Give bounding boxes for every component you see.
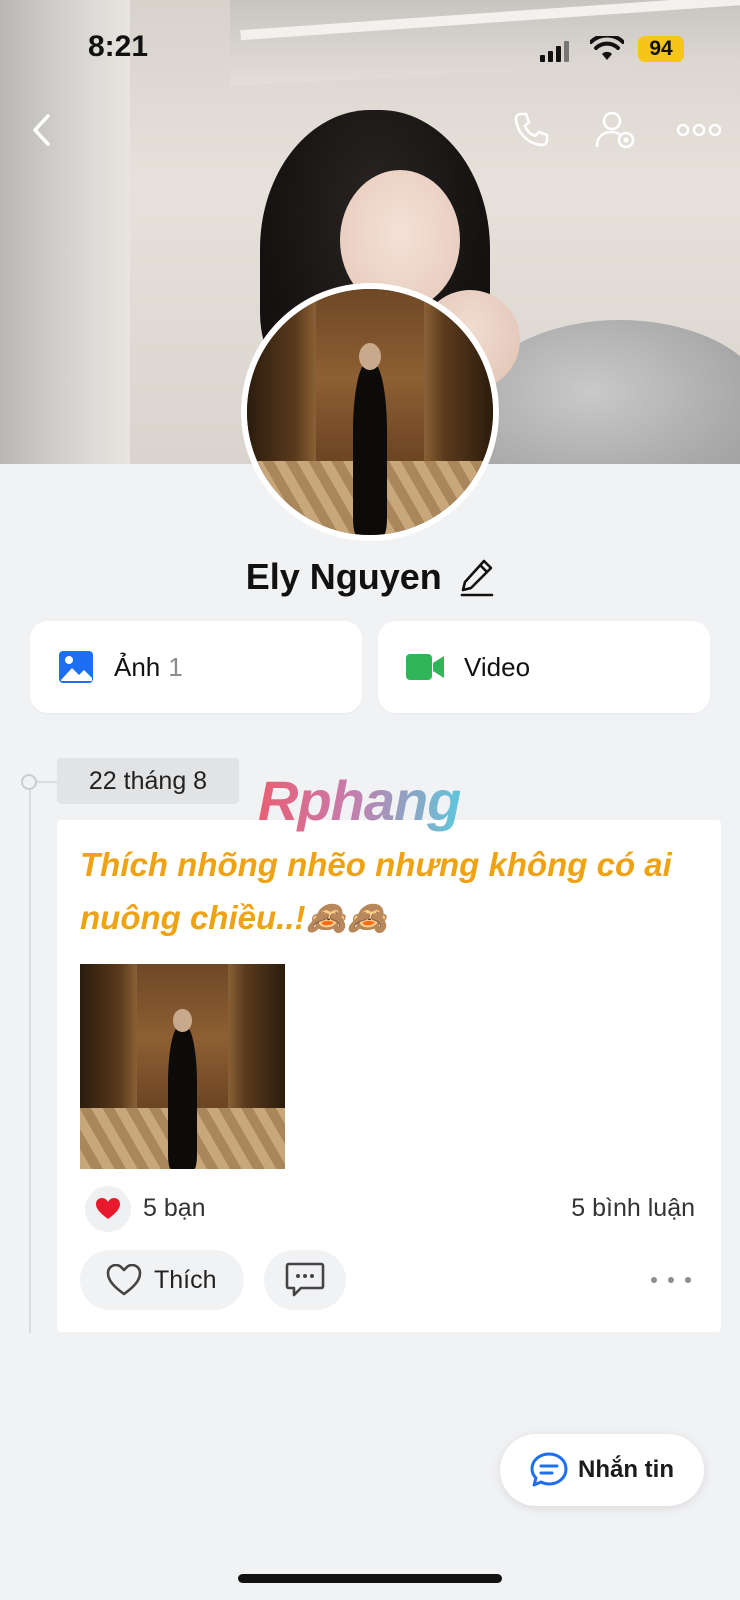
status-bar: 8:21 94 <box>0 0 740 96</box>
post-card: Thích nhõng nhẽo nhưng không có ai nuông… <box>57 820 721 1332</box>
profile-name: Ely Nguyen <box>245 556 442 597</box>
signal-icon <box>540 40 570 62</box>
comment-count[interactable]: 5 bình luận <box>571 1194 695 1223</box>
call-button[interactable] <box>509 108 553 152</box>
wifi-icon <box>589 33 625 62</box>
timeline-tick <box>37 781 57 783</box>
heart-outline-icon <box>106 1264 142 1296</box>
comment-icon <box>285 1262 325 1297</box>
chevron-left-icon <box>33 114 50 146</box>
image-icon <box>59 651 93 683</box>
chat-icon <box>530 1452 568 1487</box>
home-indicator[interactable] <box>238 1574 502 1583</box>
edit-name-button[interactable] <box>460 557 494 597</box>
phone-icon <box>514 112 549 147</box>
timeline-date: 22 tháng 8 <box>57 758 239 804</box>
battery-indicator: 94 <box>638 36 684 62</box>
video-button[interactable]: Video <box>378 621 710 713</box>
like-button[interactable]: Thích <box>80 1250 244 1310</box>
reaction-badge[interactable] <box>85 1186 131 1232</box>
post-image[interactable] <box>80 964 285 1169</box>
heart-icon <box>96 1198 120 1219</box>
like-label: Thích <box>154 1265 217 1294</box>
reaction-row: 5 bạn 5 bình luận <box>85 1186 695 1232</box>
avatar-photo <box>247 289 493 535</box>
profile-name-row: Ely Nguyen <box>0 556 740 598</box>
back-button[interactable] <box>20 108 64 152</box>
comment-button[interactable] <box>264 1250 346 1310</box>
message-button[interactable]: Nhắn tin <box>500 1434 704 1506</box>
video-camera-icon <box>406 654 444 680</box>
profile-settings-button[interactable] <box>594 108 638 152</box>
reaction-count[interactable]: 5 bạn <box>143 1194 206 1223</box>
more-button[interactable] <box>676 108 722 152</box>
post-text: Thích nhõng nhẽo nhưng không có ai nuông… <box>80 846 672 936</box>
photos-count: 1 <box>168 651 183 682</box>
timeline-dot <box>21 774 37 790</box>
post-more-button[interactable] <box>651 1270 691 1290</box>
pencil-icon <box>460 559 494 597</box>
photos-button[interactable]: Ảnh 1 <box>30 621 362 713</box>
timeline-line <box>29 781 31 1333</box>
video-label: Video <box>464 651 531 682</box>
user-settings-icon <box>595 111 635 149</box>
photos-label: Ảnh <box>114 651 161 682</box>
avatar[interactable] <box>241 283 499 541</box>
message-label: Nhắn tin <box>578 1456 674 1483</box>
watermark-logo: Rphang <box>258 769 461 832</box>
more-icon <box>677 123 721 137</box>
status-time: 8:21 <box>88 30 149 63</box>
